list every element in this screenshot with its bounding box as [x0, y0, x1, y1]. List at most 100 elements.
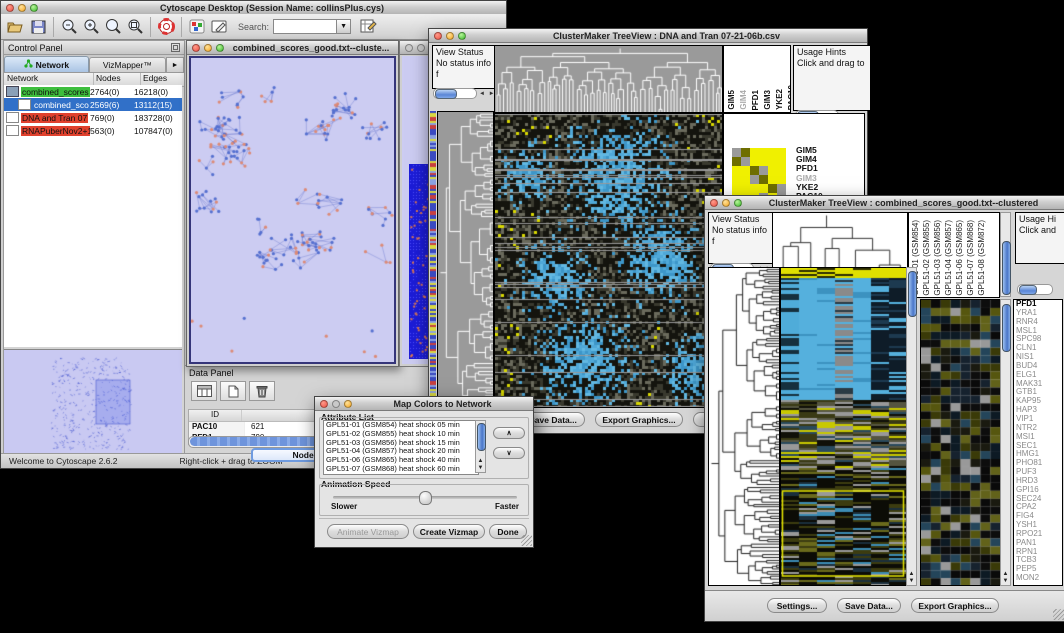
matrix-cell[interactable] — [732, 148, 741, 157]
float-panel-icon[interactable] — [171, 39, 180, 57]
matrix-cell[interactable] — [759, 166, 768, 175]
zoom-selected-icon[interactable] — [124, 17, 146, 37]
treeview2-genelist-scrollbar[interactable]: ▲▼ — [1000, 299, 1011, 586]
attribute-list-scrollbar[interactable]: ▲▼ — [475, 420, 486, 473]
scroll-arrows[interactable]: ▲▼ — [476, 458, 485, 472]
zoom-window-button[interactable] — [734, 199, 742, 207]
close-button[interactable] — [434, 32, 442, 40]
tab-network[interactable]: Network — [4, 56, 89, 72]
close-button[interactable] — [405, 44, 413, 52]
data-col-id[interactable]: ID — [189, 410, 242, 421]
zoom-window-button[interactable] — [30, 4, 38, 12]
matrix-cell[interactable] — [777, 157, 786, 166]
map-dialog-titlebar[interactable]: Map Colors to Network — [315, 397, 533, 411]
treeview1-titlebar[interactable]: ClusterMaker TreeView : DNA and Tran 07-… — [429, 29, 867, 43]
matrix-cell[interactable] — [732, 166, 741, 175]
treeview1-global-strip[interactable] — [430, 111, 436, 406]
column-label[interactable]: GPL51-07 (GSM868) — [965, 220, 976, 296]
minimize-button[interactable] — [722, 199, 730, 207]
matrix-cell[interactable] — [759, 184, 768, 193]
main-titlebar[interactable]: Cytoscape Desktop (Session Name: collins… — [1, 1, 506, 15]
zoom-window-button[interactable] — [344, 400, 352, 408]
matrix-cell[interactable] — [768, 175, 777, 184]
move-up-button[interactable]: ∧ — [493, 427, 525, 439]
treeview2-usage-slider[interactable] — [1017, 284, 1053, 295]
close-button[interactable] — [320, 400, 328, 408]
help-lifebuoy-icon[interactable] — [155, 17, 177, 37]
export-graphics-button[interactable]: Export Graphics... — [911, 598, 999, 613]
attribute-select-icon[interactable] — [191, 381, 217, 401]
gene-label[interactable]: MON2 — [1016, 574, 1062, 583]
close-button[interactable] — [6, 4, 14, 12]
matrix-cell[interactable] — [777, 184, 786, 193]
slider-thumb[interactable] — [419, 491, 432, 505]
column-label[interactable]: GPL51-06 (GSM865) — [954, 220, 965, 296]
column-label[interactable]: GPL51-03 (GSM856) — [932, 220, 943, 296]
matrix-cell[interactable] — [768, 157, 777, 166]
new-attribute-icon[interactable] — [220, 381, 246, 401]
network-row[interactable]: combined_sco2569(6)13112(15) — [4, 98, 182, 111]
resize-grip[interactable] — [521, 535, 532, 546]
vizmapper-squares-icon[interactable] — [186, 17, 208, 37]
treeview1-row-dendrogram[interactable] — [437, 111, 494, 408]
annotation-icon[interactable] — [208, 17, 230, 37]
matrix-cell[interactable] — [777, 175, 786, 184]
scroll-thumb[interactable] — [1002, 304, 1011, 352]
network-overview-panel[interactable] — [4, 349, 182, 456]
scroll-arrows[interactable]: ▲▼ — [1001, 571, 1010, 585]
treeview2-heatmap-scrollbar[interactable]: ▲▼ — [906, 267, 917, 586]
move-down-button[interactable]: ∨ — [493, 447, 525, 459]
scroll-arrows[interactable]: ▲▼ — [907, 571, 916, 585]
treeview2-row-dendrogram[interactable] — [708, 267, 780, 586]
attribute-item[interactable]: GPL51-07 (GSM868) heat shock 60 min — [326, 465, 478, 474]
tab-vizmapper[interactable]: VizMapper™ — [89, 57, 166, 72]
scroll-thumb[interactable] — [477, 423, 486, 451]
column-label[interactable]: GIM5 — [726, 90, 737, 110]
minimize-button[interactable] — [18, 4, 26, 12]
treeview1-column-dendrogram[interactable] — [494, 45, 723, 113]
zoom-fit-icon[interactable] — [102, 17, 124, 37]
save-data-button[interactable]: Save Data... — [837, 598, 901, 613]
search-filter-icon[interactable] — [357, 17, 379, 37]
matrix-cell[interactable] — [732, 184, 741, 193]
network-row[interactable]: combined_scores2764(0)16218(0) — [4, 85, 182, 98]
search-dropdown-arrow-icon[interactable]: ▼ — [337, 19, 351, 34]
close-button[interactable] — [192, 44, 200, 52]
matrix-cell[interactable] — [768, 184, 777, 193]
matrix-cell[interactable] — [732, 175, 741, 184]
treeview2-heatmap[interactable] — [780, 267, 907, 586]
matrix-cell[interactable] — [750, 148, 759, 157]
matrix-cell[interactable] — [777, 166, 786, 175]
export-graphics-button[interactable]: Export Graphics... — [595, 412, 683, 427]
zoom-out-icon[interactable] — [58, 17, 80, 37]
scroll-thumb[interactable] — [908, 271, 917, 317]
matrix-cell[interactable] — [750, 166, 759, 175]
treeview1-heatmap[interactable] — [494, 113, 723, 408]
minimize-button[interactable] — [332, 400, 340, 408]
network-row[interactable]: RNAPuberNov2+1563(0)107847(0) — [4, 124, 182, 137]
zoom-in-icon[interactable] — [80, 17, 102, 37]
matrix-cell[interactable] — [759, 148, 768, 157]
column-label[interactable]: PAC10 — [786, 85, 791, 110]
settings-button[interactable]: Settings... — [767, 598, 827, 613]
animation-speed-slider[interactable] — [333, 496, 517, 499]
treeview2-labels-scrollbar[interactable] — [1000, 212, 1011, 297]
network-row[interactable]: DNA and Tran 07769(0)183728(0) — [4, 111, 182, 124]
open-session-icon[interactable] — [5, 17, 27, 37]
network-canvas[interactable] — [191, 58, 394, 362]
column-label[interactable]: GPL51-02 (GSM855) — [921, 220, 932, 296]
column-label[interactable]: GPL51-04 (GSM857) — [943, 220, 954, 296]
scroll-thumb[interactable] — [1002, 241, 1011, 295]
column-label[interactable]: GIM3 — [762, 90, 773, 110]
zoom-window-button[interactable] — [216, 44, 224, 52]
matrix-cell[interactable] — [732, 157, 741, 166]
matrix-cell[interactable] — [750, 184, 759, 193]
matrix-cell[interactable] — [768, 148, 777, 157]
tab-overflow-arrow[interactable]: ► — [166, 57, 184, 72]
animate-vizmap-button[interactable]: Animate Vizmap — [327, 524, 409, 539]
matrix-cell[interactable] — [741, 184, 750, 193]
matrix-cell[interactable] — [741, 166, 750, 175]
matrix-cell[interactable] — [741, 157, 750, 166]
matrix-cell[interactable] — [750, 157, 759, 166]
matrix-cell[interactable] — [759, 175, 768, 184]
